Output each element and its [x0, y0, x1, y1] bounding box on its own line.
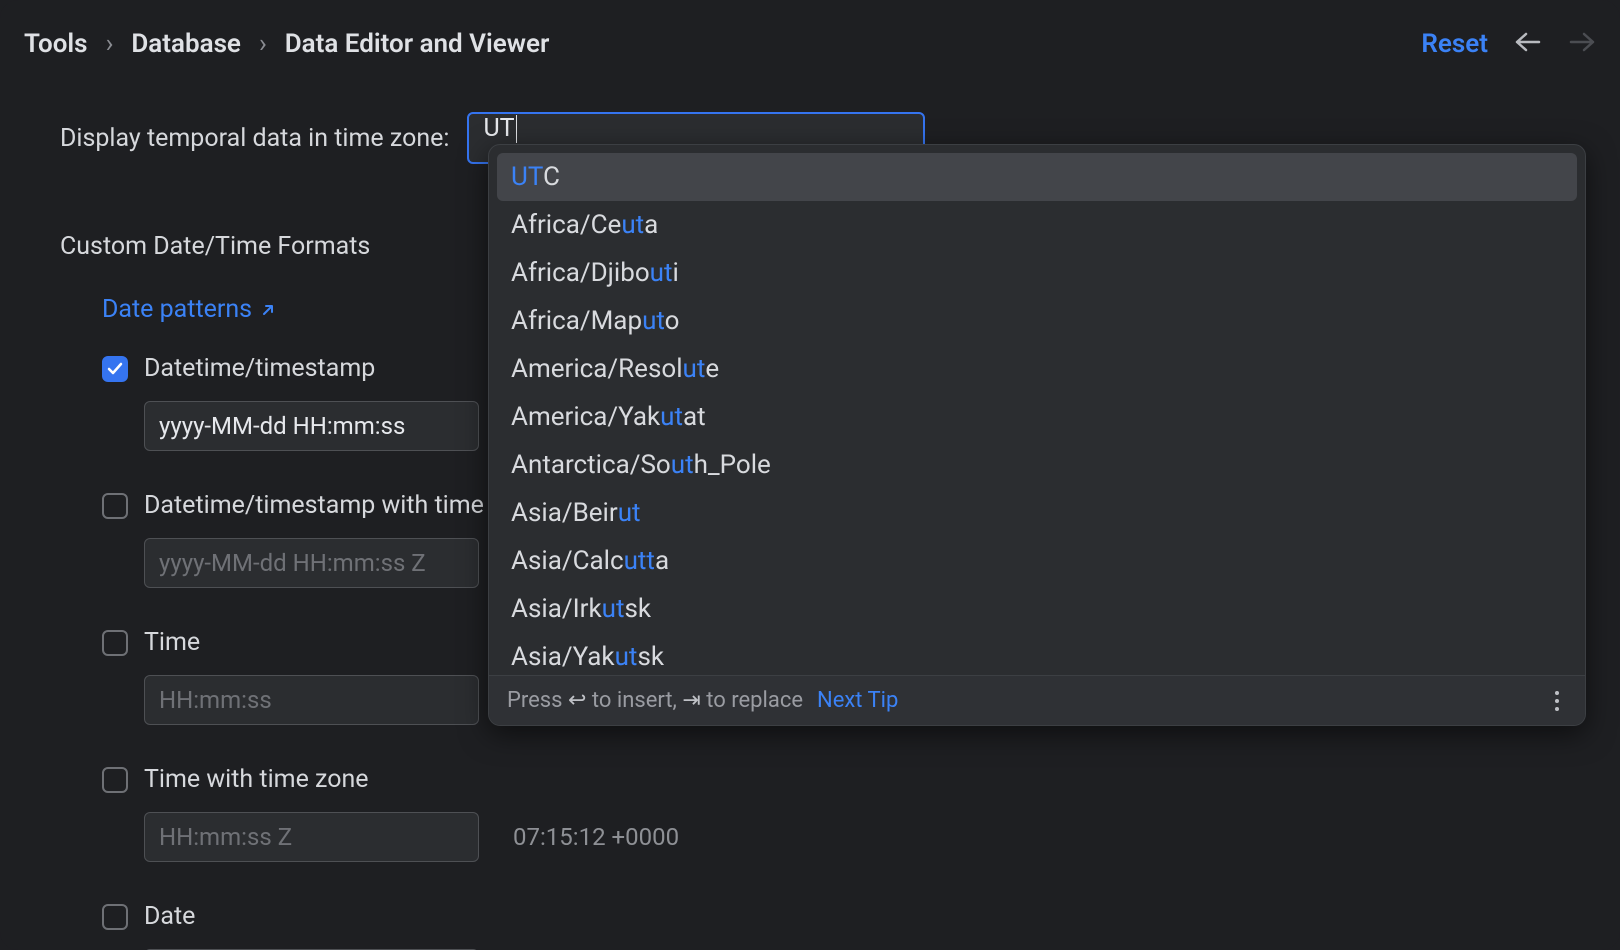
more-icon[interactable] — [1555, 691, 1559, 711]
checkbox-time_tz[interactable] — [102, 767, 128, 793]
autocomplete-hint: Press ↩ to insert, ⇥ to replace Next Tip — [489, 675, 1585, 725]
checkbox-time[interactable] — [102, 630, 128, 656]
breadcrumb: Tools › Database › Data Editor and Viewe… — [24, 29, 549, 59]
next-tip-link[interactable]: Next Tip — [817, 688, 898, 713]
autocomplete-item[interactable]: Asia/Beirut — [497, 489, 1577, 537]
autocomplete-item[interactable]: Africa/Maputo — [497, 297, 1577, 345]
timezone-label: Display temporal data in time zone: — [60, 124, 449, 153]
option-label: Time with time zone — [144, 765, 369, 794]
checkbox-datetime[interactable] — [102, 356, 128, 382]
autocomplete-item[interactable]: Africa/Ceuta — [497, 201, 1577, 249]
external-link-icon — [260, 302, 276, 318]
tab-key-icon: ⇥ — [682, 688, 700, 713]
autocomplete-item[interactable]: Asia/Irkutsk — [497, 585, 1577, 633]
autocomplete-item[interactable]: UTC — [497, 153, 1577, 201]
breadcrumb-item[interactable]: Database — [131, 29, 241, 59]
format-input-datetime[interactable]: yyyy-MM-dd HH:mm:ss — [144, 401, 479, 451]
checkbox-date[interactable] — [102, 904, 128, 930]
format-input-datetime_tz[interactable]: yyyy-MM-dd HH:mm:ss Z — [144, 538, 479, 588]
option-label: Datetime/timestamp — [144, 354, 375, 383]
chevron-right-icon: › — [106, 29, 114, 59]
option-label: Date — [144, 902, 195, 931]
checkbox-datetime_tz[interactable] — [102, 493, 128, 519]
option-label: Datetime/timestamp with time — [144, 491, 484, 520]
breadcrumb-item[interactable]: Tools — [24, 29, 88, 59]
autocomplete-item[interactable]: America/Resolute — [497, 345, 1577, 393]
option-label: Time — [144, 628, 200, 657]
autocomplete-item[interactable]: Asia/Yakutsk — [497, 633, 1577, 675]
nav-back-icon[interactable] — [1514, 30, 1542, 58]
autocomplete-item[interactable]: America/Yakutat — [497, 393, 1577, 441]
autocomplete-item[interactable]: Africa/Djibouti — [497, 249, 1577, 297]
breadcrumb-item[interactable]: Data Editor and Viewer — [285, 29, 550, 59]
enter-key-icon: ↩ — [568, 688, 586, 713]
reset-link[interactable]: Reset — [1421, 29, 1488, 59]
nav-forward-icon — [1568, 30, 1596, 58]
autocomplete-item[interactable]: Antarctica/South_Pole — [497, 441, 1577, 489]
autocomplete-dropdown: UTCAfrica/CeutaAfrica/DjiboutiAfrica/Map… — [488, 144, 1586, 726]
autocomplete-item[interactable]: Asia/Calcutta — [497, 537, 1577, 585]
format-preview: 07:15:12 +0000 — [513, 823, 679, 851]
format-input-time_tz[interactable]: HH:mm:ss Z — [144, 812, 479, 862]
format-input-time[interactable]: HH:mm:ss — [144, 675, 479, 725]
chevron-right-icon: › — [259, 29, 267, 59]
